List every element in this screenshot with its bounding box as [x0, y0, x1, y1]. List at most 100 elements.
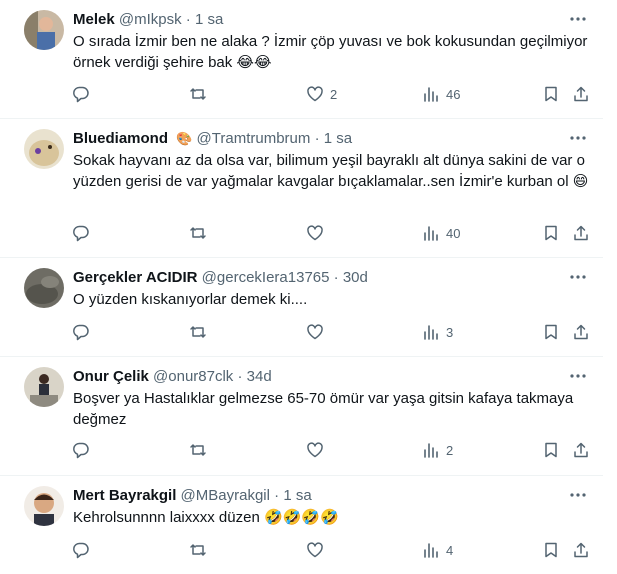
views-button[interactable]: 46 [422, 79, 460, 109]
retweet-icon [189, 323, 207, 341]
reply-icon [72, 323, 90, 341]
retweet-button[interactable] [189, 218, 213, 248]
author-handle[interactable]: @MBayrakgil [181, 487, 270, 504]
separator: · [237, 368, 243, 385]
author-handle[interactable]: @Tramtrumbrum [197, 130, 311, 147]
timestamp[interactable]: 1 sa [324, 130, 352, 147]
separator: · [185, 11, 191, 28]
like-icon [306, 441, 324, 459]
like-button[interactable] [306, 317, 330, 347]
retweet-button[interactable] [189, 317, 213, 347]
views-icon [422, 323, 440, 341]
tweet[interactable]: Melek @mIkpsk · 1 sa O sırada İzmir ben … [0, 0, 603, 119]
views-button[interactable]: 40 [422, 218, 460, 248]
timestamp[interactable]: 34d [247, 368, 272, 385]
more-icon[interactable] [567, 127, 589, 149]
like-button[interactable]: 2 [306, 79, 337, 109]
share-icon [572, 224, 590, 242]
tweet-text: O yüzden kıskanıyorlar demek ki.... [73, 291, 308, 308]
views-count: 3 [446, 324, 454, 340]
like-icon [306, 85, 324, 103]
separator: · [333, 269, 339, 286]
share-icon [572, 541, 590, 559]
views-button[interactable]: 2 [422, 435, 453, 465]
more-icon[interactable] [567, 8, 589, 30]
timestamp[interactable]: 1 sa [283, 487, 311, 504]
author-handle[interactable]: @mIkpsk [119, 11, 182, 28]
author-name[interactable]: Bluediamond [73, 130, 168, 147]
author-handle[interactable]: @gercekIera13765 [202, 269, 330, 286]
author-handle[interactable]: @onur87clk [153, 368, 233, 385]
bookmark-button[interactable] [542, 435, 560, 465]
avatar[interactable] [24, 268, 64, 308]
like-button[interactable] [306, 218, 330, 248]
reply-icon [72, 224, 90, 242]
reply-button[interactable] [72, 317, 96, 347]
views-button[interactable]: 4 [422, 535, 453, 565]
share-icon [572, 85, 590, 103]
views-icon [422, 224, 440, 242]
tweet-actions: 3 [62, 317, 603, 347]
tweet[interactable]: Gerçekler ACIDIR @gercekIera13765 · 30d … [0, 258, 603, 357]
bookmark-button[interactable] [542, 218, 560, 248]
author-name[interactable]: Mert Bayrakgil [73, 487, 176, 504]
bookmark-icon [542, 323, 560, 341]
author-name[interactable]: Gerçekler ACIDIR [73, 269, 198, 286]
tweet-header: Bluediamond 🎨 @Tramtrumbrum · 1 sa [73, 129, 553, 149]
tweet-header: Mert Bayrakgil @MBayrakgil · 1 sa [73, 486, 553, 506]
tweet-header: Onur Çelik @onur87clk · 34d [73, 367, 553, 387]
tweet[interactable]: Onur Çelik @onur87clk · 34d Boşver ya Ha… [0, 357, 603, 476]
like-icon [306, 224, 324, 242]
share-button[interactable] [572, 218, 590, 248]
share-icon [572, 441, 590, 459]
reply-feed: Melek @mIkpsk · 1 sa O sırada İzmir ben … [0, 0, 617, 574]
tweet-text: O sırada İzmir ben ne alaka ? İzmir çöp … [73, 33, 588, 71]
tweet-actions: 2 46 [62, 79, 603, 109]
share-button[interactable] [572, 79, 590, 109]
tweet[interactable]: Bluediamond 🎨 @Tramtrumbrum · 1 sa Sokak… [0, 119, 603, 258]
like-button[interactable] [306, 535, 330, 565]
retweet-button[interactable] [189, 79, 213, 109]
bookmark-icon [542, 541, 560, 559]
timestamp[interactable]: 1 sa [195, 11, 223, 28]
tweet-header: Gerçekler ACIDIR @gercekIera13765 · 30d [73, 268, 553, 288]
like-count: 2 [330, 86, 338, 102]
more-icon[interactable] [567, 266, 589, 288]
like-button[interactable] [306, 435, 330, 465]
like-icon [306, 323, 324, 341]
bookmark-icon [542, 224, 560, 242]
views-icon [422, 541, 440, 559]
timestamp[interactable]: 30d [343, 269, 368, 286]
separator: · [314, 130, 320, 147]
share-button[interactable] [572, 317, 590, 347]
reply-icon [72, 441, 90, 459]
bookmark-button[interactable] [542, 317, 560, 347]
share-button[interactable] [572, 535, 590, 565]
reply-button[interactable] [72, 218, 96, 248]
views-count: 2 [446, 442, 454, 458]
tweet[interactable]: Mert Bayrakgil @MBayrakgil · 1 sa Kehrol… [0, 476, 603, 574]
avatar[interactable] [24, 10, 64, 50]
views-button[interactable]: 3 [422, 317, 453, 347]
share-button[interactable] [572, 435, 590, 465]
reply-button[interactable] [72, 535, 96, 565]
more-icon[interactable] [567, 484, 589, 506]
bookmark-icon [542, 85, 560, 103]
views-count: 46 [446, 86, 461, 102]
name-emoji: 🎨 [176, 131, 193, 146]
reply-button[interactable] [72, 79, 96, 109]
bookmark-button[interactable] [542, 79, 560, 109]
retweet-button[interactable] [189, 435, 213, 465]
reply-button[interactable] [72, 435, 96, 465]
avatar[interactable] [24, 129, 64, 169]
avatar[interactable] [24, 486, 64, 526]
author-name[interactable]: Onur Çelik [73, 368, 149, 385]
bookmark-button[interactable] [542, 535, 560, 565]
author-name[interactable]: Melek [73, 11, 115, 28]
retweet-icon [189, 441, 207, 459]
more-icon[interactable] [567, 365, 589, 387]
avatar[interactable] [24, 367, 64, 407]
tweet-actions: 4 [62, 535, 603, 565]
retweet-button[interactable] [189, 535, 213, 565]
retweet-icon [189, 85, 207, 103]
